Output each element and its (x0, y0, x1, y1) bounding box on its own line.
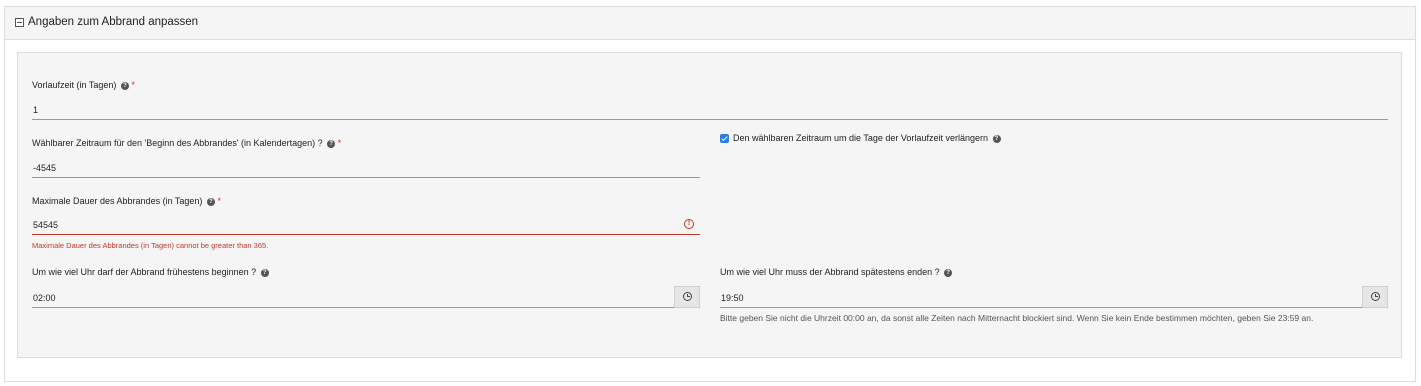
abbrand-panel: Angaben zum Abbrand anpassen Vorlaufzeit… (4, 6, 1416, 382)
panel-body: Vorlaufzeit (in Tagen) ? * Wählbarer Zei… (17, 52, 1402, 358)
help-icon[interactable]: ? (206, 197, 215, 206)
panel-header[interactable]: Angaben zum Abbrand anpassen (5, 7, 1415, 40)
required-marker: * (217, 196, 221, 206)
dauer-field[interactable]: ! (32, 215, 700, 235)
help-icon[interactable]: ? (327, 139, 336, 148)
help-icon[interactable]: ? (120, 81, 129, 90)
vorlaufzeit-input[interactable] (32, 100, 1388, 120)
ende-field[interactable] (720, 286, 1388, 308)
zeitraum-field[interactable] (32, 158, 700, 178)
required-marker: * (337, 138, 342, 148)
vorlaufzeit-field[interactable] (32, 100, 1388, 120)
ende-hint: Bitte geben Sie nicht die Uhrzeit 00:00 … (720, 313, 1314, 323)
error-icon: ! (684, 219, 694, 229)
help-icon[interactable]: ? (944, 268, 953, 277)
verlaengern-label: Den wählbaren Zeitraum um die Tage der V… (733, 133, 1001, 143)
clock-icon (683, 292, 692, 301)
clock-icon (1371, 292, 1380, 301)
ende-time-input[interactable] (720, 288, 1388, 308)
zeitraum-input[interactable] (32, 158, 700, 178)
beginn-time-input[interactable] (32, 288, 700, 308)
panel-title: Angaben zum Abbrand anpassen (28, 16, 199, 28)
vorlaufzeit-label: Vorlaufzeit (in Tagen) ? * (32, 80, 135, 90)
help-icon[interactable]: ? (992, 134, 1001, 143)
dauer-error-message: Maximale Dauer des Abbrandes (in Tagen) … (32, 241, 269, 250)
required-marker: * (131, 80, 135, 90)
dauer-label: Maximale Dauer des Abbrandes (in Tagen) … (32, 196, 221, 206)
ende-time-picker-button[interactable] (1362, 286, 1388, 308)
dauer-input[interactable] (32, 215, 700, 235)
zeitraum-label: Wählbarer Zeitraum für den 'Beginn des A… (32, 138, 342, 148)
verlaengern-checkbox[interactable] (720, 134, 729, 143)
collapse-minus-icon[interactable] (15, 18, 24, 27)
help-icon[interactable]: ? (260, 268, 269, 277)
beginn-field[interactable] (32, 286, 700, 308)
ende-label: Um wie viel Uhr muss der Abbrand spätest… (720, 267, 953, 277)
beginn-time-picker-button[interactable] (674, 286, 700, 308)
beginn-label: Um wie viel Uhr darf der Abbrand frühest… (32, 267, 269, 277)
